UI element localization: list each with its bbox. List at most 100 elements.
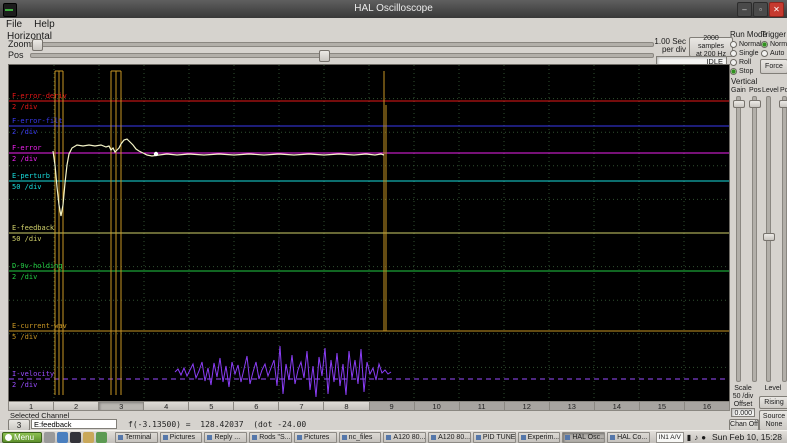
window-icon	[386, 434, 392, 440]
channel-tab-12[interactable]: 12	[504, 401, 550, 411]
cursor-readout: f(-3.13500) = 128.42037 (dot -24.00	[128, 420, 307, 429]
volume-icon[interactable]: ♪	[694, 432, 698, 443]
scale-value: 50 /div	[732, 393, 754, 400]
terminal-icon[interactable]	[70, 431, 81, 443]
window-icon	[341, 434, 347, 440]
channel-scale-F-error-deriv: 2 /div	[12, 103, 37, 111]
taskbar-window-button[interactable]: Pictures	[159, 431, 203, 443]
menu-button[interactable]: Menu	[2, 431, 42, 443]
window-titlebar[interactable]: HAL Oscilloscope – ▫ ✕	[0, 0, 787, 18]
channel-tab-15[interactable]: 15	[639, 401, 685, 411]
show-desktop-icon[interactable]	[44, 431, 55, 443]
vertical-pos-label: Pos	[749, 87, 762, 94]
taskbar-window-button[interactable]: A120 80...	[428, 431, 471, 443]
files-icon[interactable]	[83, 431, 94, 443]
run-mode-option-roll[interactable]: Roll	[730, 58, 762, 67]
window-icon	[520, 434, 526, 440]
channel-tab-5[interactable]: 5	[189, 401, 235, 411]
taskbar-window-button[interactable]: Rods "S...	[249, 431, 292, 443]
run-mode-option-label: Single	[739, 50, 759, 57]
run-mode-options: Normal Single Roll Stop	[730, 40, 762, 76]
menu-file[interactable]: File	[0, 18, 28, 31]
rising-button[interactable]: Rising	[759, 396, 787, 409]
channel-tab-8[interactable]: 8	[324, 401, 370, 411]
run-mode-option-single[interactable]: Single	[730, 49, 762, 58]
radio-icon	[730, 50, 737, 57]
updates-icon[interactable]: ●	[701, 432, 706, 443]
channel-label-D-9v-holding: D-9v-holding	[12, 262, 63, 270]
channel-tab-9[interactable]: 9	[369, 401, 415, 411]
trigger-pos-slider[interactable]	[779, 96, 787, 382]
vertical-pos-slider-handle[interactable]	[749, 100, 761, 108]
taskbar-window-button[interactable]: Terminal	[115, 431, 158, 443]
window-button-label: Pictures	[303, 433, 330, 441]
taskbar-window-button[interactable]: PID TUNE	[472, 431, 516, 443]
channel-tab-6[interactable]: 6	[234, 401, 280, 411]
menu-button-label: Menu	[14, 432, 35, 442]
screenshot-icon[interactable]	[96, 431, 107, 443]
channel-label-F-error: F-error	[12, 144, 42, 152]
per-div-label: per div	[661, 45, 686, 54]
window-icon	[475, 434, 481, 440]
taskbar-window-button[interactable]: A120 80...	[383, 431, 427, 443]
level-readout-label: Level	[764, 385, 782, 392]
channel-tab-7[interactable]: 7	[279, 401, 325, 411]
trigger-option-normal[interactable]: Normal	[761, 40, 787, 49]
channel-scale-F-error-filt: 2 /div	[12, 128, 37, 136]
channel-name-field[interactable]	[31, 419, 117, 429]
run-mode-option-label: Normal	[739, 41, 762, 48]
close-button[interactable]: ✕	[769, 2, 784, 17]
gain-slider-handle[interactable]	[733, 100, 745, 108]
trigger-level-slider-handle[interactable]	[763, 233, 775, 241]
trigger-source-button[interactable]: Source None	[759, 410, 787, 431]
channel-scale-E-feedback: 50 /div	[12, 235, 42, 243]
gain-slider[interactable]	[733, 96, 745, 382]
window-button-label: A120 80...	[438, 433, 471, 441]
channel-tab-11[interactable]: 11	[459, 401, 505, 411]
taskbar-window-button[interactable]: Pictures	[293, 431, 337, 443]
taskbar-window-button[interactable]: HAL Osc...	[562, 431, 606, 443]
zoom-slider-handle[interactable]	[32, 39, 43, 51]
channel-tab-3[interactable]: 3	[99, 401, 145, 411]
channel-tab-1[interactable]: 1	[8, 401, 55, 411]
menu-help[interactable]: Help	[28, 18, 61, 31]
zoom-slider[interactable]	[30, 39, 654, 51]
minimize-button[interactable]: –	[737, 2, 752, 17]
menu-bar: File Help	[0, 18, 787, 31]
channel-tab-10[interactable]: 10	[414, 401, 460, 411]
force-label: Force	[765, 62, 783, 70]
channel-tab-2[interactable]: 2	[54, 401, 100, 411]
clock: Sun Feb 10, 15:28	[712, 432, 782, 442]
pos-slider-handle[interactable]	[319, 50, 330, 62]
channel-scale-F-error: 2 /div	[12, 155, 37, 163]
taskbar-window-button[interactable]: Experim...	[517, 431, 561, 443]
trace-noise	[174, 345, 392, 398]
window-button-label: HAL Osc...	[572, 433, 606, 441]
force-button[interactable]: Force	[760, 59, 787, 74]
maximize-button[interactable]: ▫	[753, 2, 768, 17]
channel-tab-14[interactable]: 14	[594, 401, 640, 411]
run-mode-option-normal[interactable]: Normal	[730, 40, 762, 49]
launcher-area	[44, 431, 107, 443]
window-button-label: Rods "S...	[259, 433, 291, 441]
trigger-option-label: Normal	[770, 41, 787, 48]
vertical-pos-slider[interactable]	[749, 96, 761, 382]
window-button-label: Experim...	[527, 433, 560, 441]
channel-tab-4[interactable]: 4	[144, 401, 190, 411]
run-mode-option-stop[interactable]: Stop	[730, 67, 762, 76]
tray-chip[interactable]: IN1 A/V	[655, 431, 684, 443]
trigger-pos-slider-handle[interactable]	[779, 100, 787, 108]
taskbar-window-button[interactable]: Reply ...	[204, 431, 248, 443]
scope-display[interactable]: F-error-deriv 2 /div F-error-filt 2 /div F-e…	[9, 65, 729, 401]
samples-button[interactable]: 2000 samples at 200 Hz	[689, 35, 733, 58]
network-icon[interactable]: ▮	[687, 432, 691, 443]
trigger-level-slider[interactable]	[763, 96, 775, 382]
taskbar-window-button[interactable]: HAL Co...	[607, 431, 650, 443]
channel-tab-16[interactable]: 16	[684, 401, 730, 411]
browser-icon[interactable]	[57, 431, 68, 443]
channel-tab-13[interactable]: 13	[549, 401, 595, 411]
pos-slider[interactable]	[30, 50, 654, 62]
trigger-pos-label: Pos	[780, 87, 787, 94]
trigger-option-auto[interactable]: Auto	[761, 49, 787, 58]
taskbar-window-button[interactable]: nc_files	[338, 431, 382, 443]
